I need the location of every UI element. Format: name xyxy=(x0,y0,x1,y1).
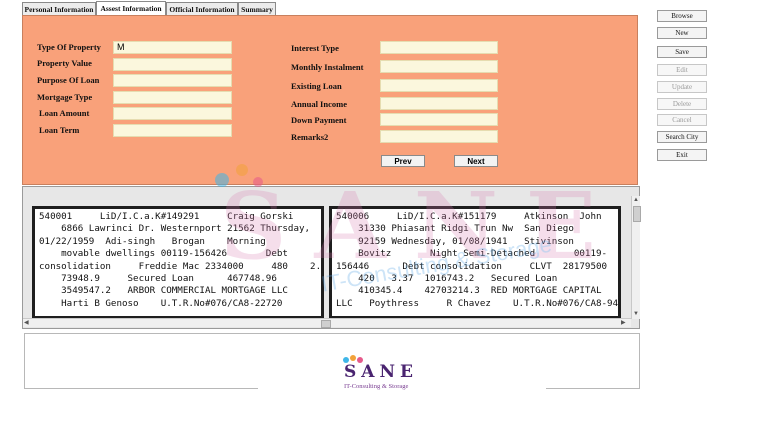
remarks2-label: Remarks2 xyxy=(291,132,329,142)
vertical-scroll-thumb[interactable] xyxy=(633,206,641,222)
logo-subtitle: IT-Consulting & Storage xyxy=(344,383,409,390)
purpose-of-loan-label: Purpose Of Loan xyxy=(37,75,100,85)
asset-form-panel: Type Of Property M Property Value Purpos… xyxy=(22,15,638,185)
interest-type-input[interactable] xyxy=(380,41,498,54)
record-text: 540006 LiD/I.C.a.K#151179 Atkinson John … xyxy=(336,211,619,309)
scroll-left-icon[interactable]: ◀ xyxy=(24,319,29,327)
type-of-property-label: Type Of Property xyxy=(37,42,101,52)
record-card: 540006 LiD/I.C.a.K#151179 Atkinson John … xyxy=(329,206,621,319)
record-card: 540001 LiD/I.C.a.K#149291 Craig Gorski 6… xyxy=(32,206,324,319)
browse-button[interactable]: Browse xyxy=(657,10,707,22)
tab-official-information[interactable]: Official Information xyxy=(166,2,238,15)
scroll-down-icon[interactable]: ▼ xyxy=(633,310,639,318)
next-button[interactable]: Next xyxy=(454,155,498,167)
loan-amount-label: Loan Amount xyxy=(39,108,90,118)
monthly-instalment-input[interactable] xyxy=(380,60,498,73)
remarks2-input[interactable] xyxy=(380,130,498,143)
property-value-label: Property Value xyxy=(37,58,92,68)
horizontal-scroll-thumb[interactable] xyxy=(321,320,331,328)
mortgage-type-input[interactable] xyxy=(113,91,232,104)
down-payment-label: Down Payment xyxy=(291,115,347,125)
edit-button[interactable]: Edit xyxy=(657,64,707,76)
sane-logo: SANE IT-Consulting & Storage xyxy=(258,350,546,396)
interest-type-label: Interest Type xyxy=(291,43,339,53)
annual-income-label: Annual Income xyxy=(291,99,347,109)
tab-assest-information[interactable]: Assest Information xyxy=(96,1,166,16)
vertical-scrollbar[interactable]: ▲ ▼ xyxy=(631,196,641,319)
prev-button[interactable]: Prev xyxy=(381,155,425,167)
mortgage-type-label: Mortgage Type xyxy=(37,92,93,102)
logo-text: SANE xyxy=(344,362,418,382)
scroll-right-icon[interactable]: ▶ xyxy=(621,319,626,327)
scroll-up-icon[interactable]: ▲ xyxy=(633,196,639,204)
cancel-button[interactable]: Cancel xyxy=(657,114,707,126)
exit-button[interactable]: Exit xyxy=(657,149,707,161)
loan-amount-input[interactable] xyxy=(113,107,232,120)
purpose-of-loan-input[interactable] xyxy=(113,74,232,87)
new-button[interactable]: New xyxy=(657,27,707,39)
search-city-button[interactable]: Search City xyxy=(657,131,707,143)
down-payment-input[interactable] xyxy=(380,113,498,126)
type-of-property-input[interactable]: M xyxy=(113,41,232,54)
delete-button[interactable]: Delete xyxy=(657,98,707,110)
tab-personal-information[interactable]: Personal Information xyxy=(22,2,96,15)
existing-loan-label: Existing Loan xyxy=(291,81,342,91)
records-view[interactable]: 540001 LiD/I.C.a.K#149291 Craig Gorski 6… xyxy=(22,186,640,329)
update-button[interactable]: Update xyxy=(657,81,707,93)
horizontal-scrollbar[interactable]: ◀ ▶ xyxy=(23,318,631,328)
monthly-instalment-label: Monthly Instalment xyxy=(291,62,364,72)
property-value-input[interactable] xyxy=(113,58,232,71)
annual-income-input[interactable] xyxy=(380,97,498,110)
loan-term-label: Loan Term xyxy=(39,125,80,135)
loan-term-input[interactable] xyxy=(113,124,232,137)
save-button[interactable]: Save xyxy=(657,46,707,58)
existing-loan-input[interactable] xyxy=(380,79,498,92)
tab-summary[interactable]: Summary xyxy=(238,2,276,15)
record-text: 540001 LiD/I.C.a.K#149291 Craig Gorski 6… xyxy=(39,211,322,309)
